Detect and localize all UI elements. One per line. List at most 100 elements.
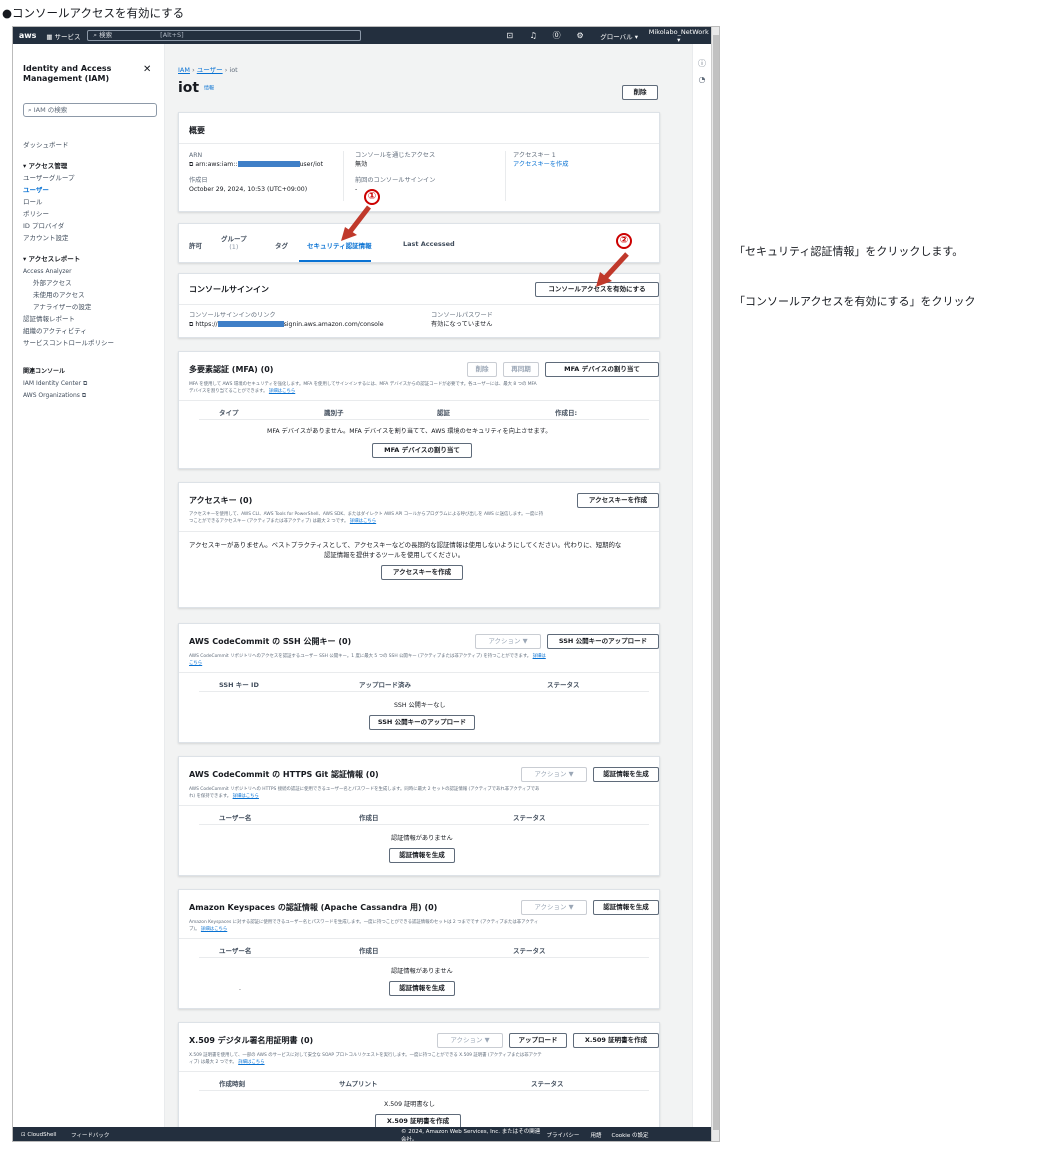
sidebar-link-label: AWS Organizations xyxy=(23,392,80,399)
tab-last-accessed[interactable]: Last Accessed xyxy=(403,240,455,248)
create-access-key-button[interactable]: アクセスキーを作成 xyxy=(577,493,659,508)
keyspaces-empty-text: 認証情報がありません xyxy=(391,968,453,975)
info-link[interactable]: 情報 xyxy=(204,86,214,92)
access-keys-empty-1: アクセスキーがありません。ベストプラクティスとして、アクセスキーなどの長期的な認… xyxy=(189,541,622,549)
instruction-note-1: 「セキュリティ認証情報」をクリックします。 xyxy=(734,245,964,258)
ssh-upload-button[interactable]: SSH 公開キーのアップロード xyxy=(547,634,659,649)
info-icon[interactable]: ⓘ xyxy=(693,58,711,69)
scrollbar-thumb[interactable] xyxy=(713,35,719,1130)
https-git-title: AWS CodeCommit の HTTPS Git 認証情報 (0) xyxy=(189,770,379,779)
col-created: 作成日 xyxy=(359,814,379,822)
https-learn-more-link[interactable]: 詳細はこちら xyxy=(233,794,259,799)
step-marker-2: ② xyxy=(616,233,632,249)
footer: ⊡ CloudShell フィードバック © 2024, Amazon Web … xyxy=(13,1127,711,1141)
privacy-link[interactable]: プライバシー xyxy=(541,1131,585,1139)
ssh-learn-more-link-2[interactable]: こちら xyxy=(189,661,202,666)
sidebar-section-access-management[interactable]: ▾ アクセス管理 xyxy=(23,162,67,171)
delete-user-button[interactable]: 削除 xyxy=(622,85,658,100)
sidebar-item-policies[interactable]: ポリシー xyxy=(23,210,49,219)
mfa-description-2: デバイスを割り当てることができます。 詳細はこちら xyxy=(189,388,295,396)
sidebar-search-placeholder: IAM の検索 xyxy=(33,106,68,114)
keyspaces-description: Amazon Keyspaces に対する認証に使用できるユーザー名とパスワード… xyxy=(189,920,539,925)
cloudshell-link[interactable]: ⊡ CloudShell xyxy=(13,1132,71,1138)
x509-actions-dropdown[interactable]: アクション ▼ xyxy=(437,1033,503,1048)
breadcrumb-iam[interactable]: IAM xyxy=(178,66,190,74)
clock-icon[interactable]: ◔ xyxy=(693,75,711,84)
sidebar-search-input[interactable]: ⌕ IAM の検索 xyxy=(23,103,157,117)
sidebar-item-roles[interactable]: ロール xyxy=(23,198,43,207)
x509-upload-button[interactable]: アップロード xyxy=(509,1033,567,1048)
access-keys-learn-more-link[interactable]: 詳細はこちら xyxy=(350,519,376,524)
tab-tags[interactable]: タグ xyxy=(275,240,288,250)
keyspaces-generate-button[interactable]: 認証情報を生成 xyxy=(593,900,659,915)
x509-learn-more-link[interactable]: 詳細はこちら xyxy=(238,1060,264,1065)
close-icon[interactable]: ✕ xyxy=(143,64,151,75)
sidebar-item-credential-report[interactable]: 認証情報レポート xyxy=(23,315,75,324)
https-generate-button[interactable]: 認証情報を生成 xyxy=(593,767,659,782)
sidebar-item-unused-access[interactable]: 未使用のアクセス xyxy=(33,291,85,300)
keyspaces-learn-more-link[interactable]: 詳細はこちら xyxy=(201,927,227,932)
tab-bar: 許可 グループ (1) タグ セキュリティ認証情報 Last Accessed xyxy=(178,223,660,263)
console-signin-title: コンソールサインイン xyxy=(189,285,269,294)
col-thumbprint: サムプリント xyxy=(339,1080,378,1088)
sidebar-item-user-groups[interactable]: ユーザーグループ xyxy=(23,174,74,183)
https-generate-empty-button[interactable]: 認証情報を生成 xyxy=(389,848,455,863)
signin-link-suffix: signin.aws.amazon.com/console xyxy=(283,321,384,328)
ssh-actions-dropdown[interactable]: アクション ▼ xyxy=(475,634,541,649)
account-menu[interactable]: Mikolabo_NetWork ▾ xyxy=(647,28,712,44)
mfa-delete-button[interactable]: 削除 xyxy=(467,362,497,377)
tab-permissions[interactable]: 許可 xyxy=(189,240,202,250)
create-access-key-empty-button[interactable]: アクセスキーを作成 xyxy=(381,565,463,580)
help-icon[interactable]: ⓪ xyxy=(545,30,568,41)
sidebar-section-access-reports[interactable]: ▾ アクセスレポート xyxy=(23,255,80,264)
sidebar-item-analyzer-settings[interactable]: アナライザーの設定 xyxy=(33,303,91,312)
keyspaces-actions-dropdown[interactable]: アクション ▼ xyxy=(521,900,587,915)
services-label: サービス xyxy=(54,32,81,41)
terms-link[interactable]: 用語 xyxy=(585,1131,607,1139)
console-password-value: 有効になっていません xyxy=(431,321,493,328)
breadcrumb-users[interactable]: ユーザー xyxy=(197,66,223,74)
mfa-assign-button[interactable]: MFA デバイスの割り当て xyxy=(545,362,659,377)
scrollbar[interactable] xyxy=(711,27,719,1141)
bell-icon[interactable]: ♫ xyxy=(521,31,544,40)
access-keys-empty-2: 認証情報を提供するツールを使用してください。 xyxy=(324,551,465,559)
mfa-learn-more-link[interactable]: 詳細はこちら xyxy=(269,389,295,394)
tab-groups[interactable]: グループ (1) xyxy=(221,233,247,251)
mfa-title: 多要素認証 (MFA) (0) xyxy=(189,365,274,374)
sidebar: Identity and Access Management (IAM) ✕ ⌕… xyxy=(13,44,165,1141)
mfa-empty-text: MFA デバイスがありません。MFA デバイスを割り当てて、AWS 環境のセキュ… xyxy=(267,428,552,435)
sidebar-item-organizations[interactable]: AWS Organizations ⧉ xyxy=(23,391,86,400)
signin-link-value: ⧉ https://signin.aws.amazon.com/console xyxy=(189,321,384,329)
sidebar-item-users[interactable]: ユーザー xyxy=(23,186,49,195)
sidebar-item-org-activity[interactable]: 組織のアクティビティ xyxy=(23,327,87,336)
cookie-settings-link[interactable]: Cookie の設定 xyxy=(607,1131,653,1139)
screenshot: aws ▦ サービス ⌕ 検索 [Alt+S] ⊡ ♫ ⓪ ⚙ グローバル ▾ M… xyxy=(12,26,720,1142)
col-status: ステータス xyxy=(513,814,546,822)
sidebar-item-id-providers[interactable]: ID プロバイダ xyxy=(23,222,64,231)
mfa-resync-button[interactable]: 再同期 xyxy=(503,362,539,377)
keyspaces-description-2: ブ)。 詳細はこちら xyxy=(189,926,227,934)
sidebar-item-identity-center[interactable]: IAM Identity Center ⧉ xyxy=(23,379,87,388)
ssh-keys-card: AWS CodeCommit の SSH 公開キー (0) アクション ▼ SS… xyxy=(178,623,660,743)
create-access-key-link[interactable]: アクセスキーを作成 xyxy=(513,161,568,169)
x509-title: X.509 デジタル署名用証明書 (0) xyxy=(189,1036,314,1045)
search-input[interactable]: ⌕ 検索 [Alt+S] xyxy=(87,30,362,41)
cloudshell-icon[interactable]: ⊡ xyxy=(498,31,521,40)
gear-icon[interactable]: ⚙ xyxy=(568,31,591,40)
x509-create-button[interactable]: X.509 証明書を作成 xyxy=(573,1033,659,1048)
sidebar-item-scp[interactable]: サービスコントロールポリシー xyxy=(23,339,114,348)
mfa-assign-empty-button[interactable]: MFA デバイスの割り当て xyxy=(372,443,472,458)
redacted-account-id xyxy=(217,321,284,327)
sidebar-item-account-settings[interactable]: アカウント設定 xyxy=(23,234,69,243)
aws-logo[interactable]: aws xyxy=(13,31,42,40)
sidebar-item-access-analyzer[interactable]: Access Analyzer xyxy=(23,267,72,276)
region-menu[interactable]: グローバル ▾ xyxy=(592,31,647,41)
services-menu[interactable]: ▦ サービス xyxy=(42,31,85,41)
ssh-upload-empty-button[interactable]: SSH 公開キーのアップロード xyxy=(369,715,475,730)
feedback-link[interactable]: フィードバック xyxy=(71,1131,401,1139)
sidebar-item-dashboard[interactable]: ダッシュボード xyxy=(23,141,69,150)
sidebar-item-external-access[interactable]: 外部アクセス xyxy=(33,279,72,288)
ssh-learn-more-link[interactable]: 詳細は xyxy=(533,654,546,659)
https-actions-dropdown[interactable]: アクション ▼ xyxy=(521,767,587,782)
keyspaces-generate-empty-button[interactable]: 認証情報を生成 xyxy=(389,981,455,996)
